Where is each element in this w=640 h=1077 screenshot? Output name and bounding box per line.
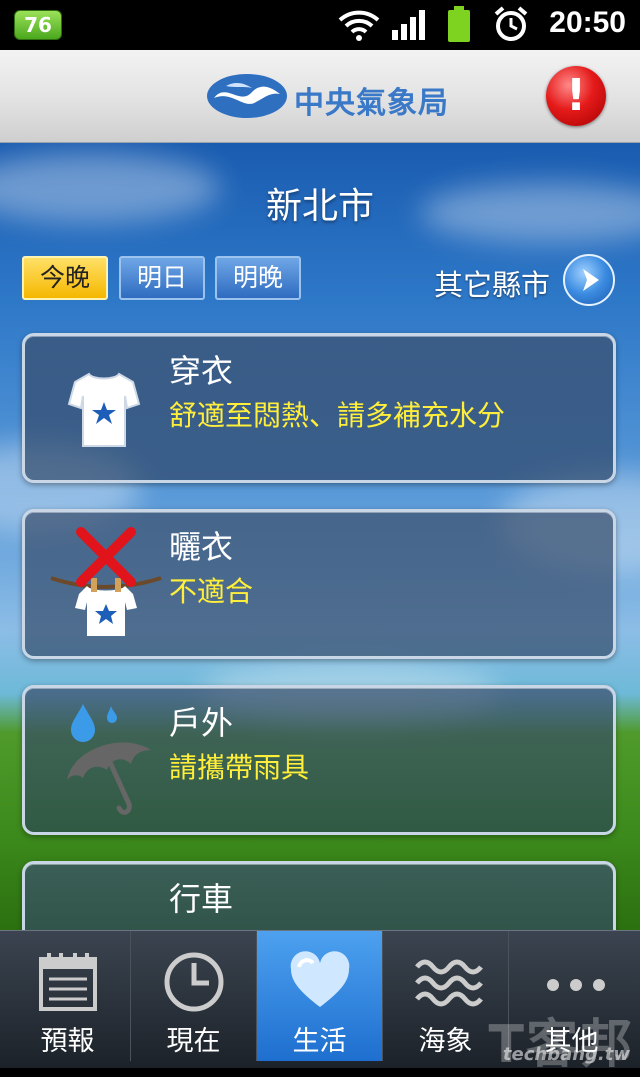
card-description: 不適合 <box>169 575 254 608</box>
main-content: 新北市 今晚 明日 明晚 其它縣市 穿衣 舒適至悶熱、請多補充水分 曬衣 不適合 <box>0 143 640 930</box>
card-title: 行車 <box>169 880 234 918</box>
app-header: 中央氣象局 ! <box>0 50 640 143</box>
card-description: 請攜帶雨具 <box>169 751 310 784</box>
card-title: 穿衣 <box>169 352 234 390</box>
card-description: 舒適至悶熱、請多補充水分 <box>169 399 506 432</box>
nav-label: 預報 <box>40 1026 95 1057</box>
watermark-url: techbang.tw <box>502 1044 630 1065</box>
nav-current[interactable]: 現在 <box>131 931 257 1061</box>
card-driving[interactable]: 行車 <box>22 861 616 930</box>
card-clothing[interactable]: 穿衣 舒適至悶熱、請多補充水分 <box>22 333 616 483</box>
clock-icon <box>164 952 224 1012</box>
tab-tomorrow-night[interactable]: 明晚 <box>215 256 301 300</box>
battery-icon <box>448 6 470 42</box>
watermark-logo: T客邦 <box>488 1015 634 1075</box>
alarm-icon <box>494 6 528 41</box>
status-bar: 76 20:50 <box>0 0 640 50</box>
nav-label: 生活 <box>292 1026 347 1057</box>
card-title: 曬衣 <box>169 528 234 566</box>
card-title: 戶外 <box>169 704 234 742</box>
other-cities-link[interactable]: 其它縣市 <box>434 262 550 304</box>
city-title: 新北市 <box>265 186 374 227</box>
nav-life[interactable]: 生活 <box>257 931 383 1061</box>
nav-label: 現在 <box>166 1026 221 1057</box>
agency-name: 中央氣象局 <box>294 86 449 121</box>
heart-icon <box>290 951 350 1007</box>
tab-tomorrow[interactable]: 明日 <box>119 256 205 300</box>
signal-icon <box>392 10 425 40</box>
arrow-right-icon <box>583 269 599 291</box>
waves-icon <box>415 959 483 1007</box>
card-laundry[interactable]: 曬衣 不適合 <box>22 509 616 659</box>
wifi-icon <box>338 10 380 41</box>
nav-forecast[interactable]: 預報 <box>5 931 131 1061</box>
other-cities-arrow-button[interactable] <box>563 254 615 306</box>
calendar-icon <box>39 953 97 1011</box>
laundry-not-suitable-icon <box>50 527 162 636</box>
alert-button[interactable]: ! <box>546 66 606 126</box>
tab-tonight[interactable]: 今晚 <box>22 256 108 300</box>
status-time: 20:50 <box>549 6 626 39</box>
cwb-logo-icon <box>207 74 287 118</box>
card-outdoor[interactable]: 戶外 請攜帶雨具 <box>22 685 616 835</box>
tshirt-icon <box>67 372 141 447</box>
notification-badge: 76 <box>14 10 62 40</box>
umbrella-rain-icon <box>67 704 151 815</box>
